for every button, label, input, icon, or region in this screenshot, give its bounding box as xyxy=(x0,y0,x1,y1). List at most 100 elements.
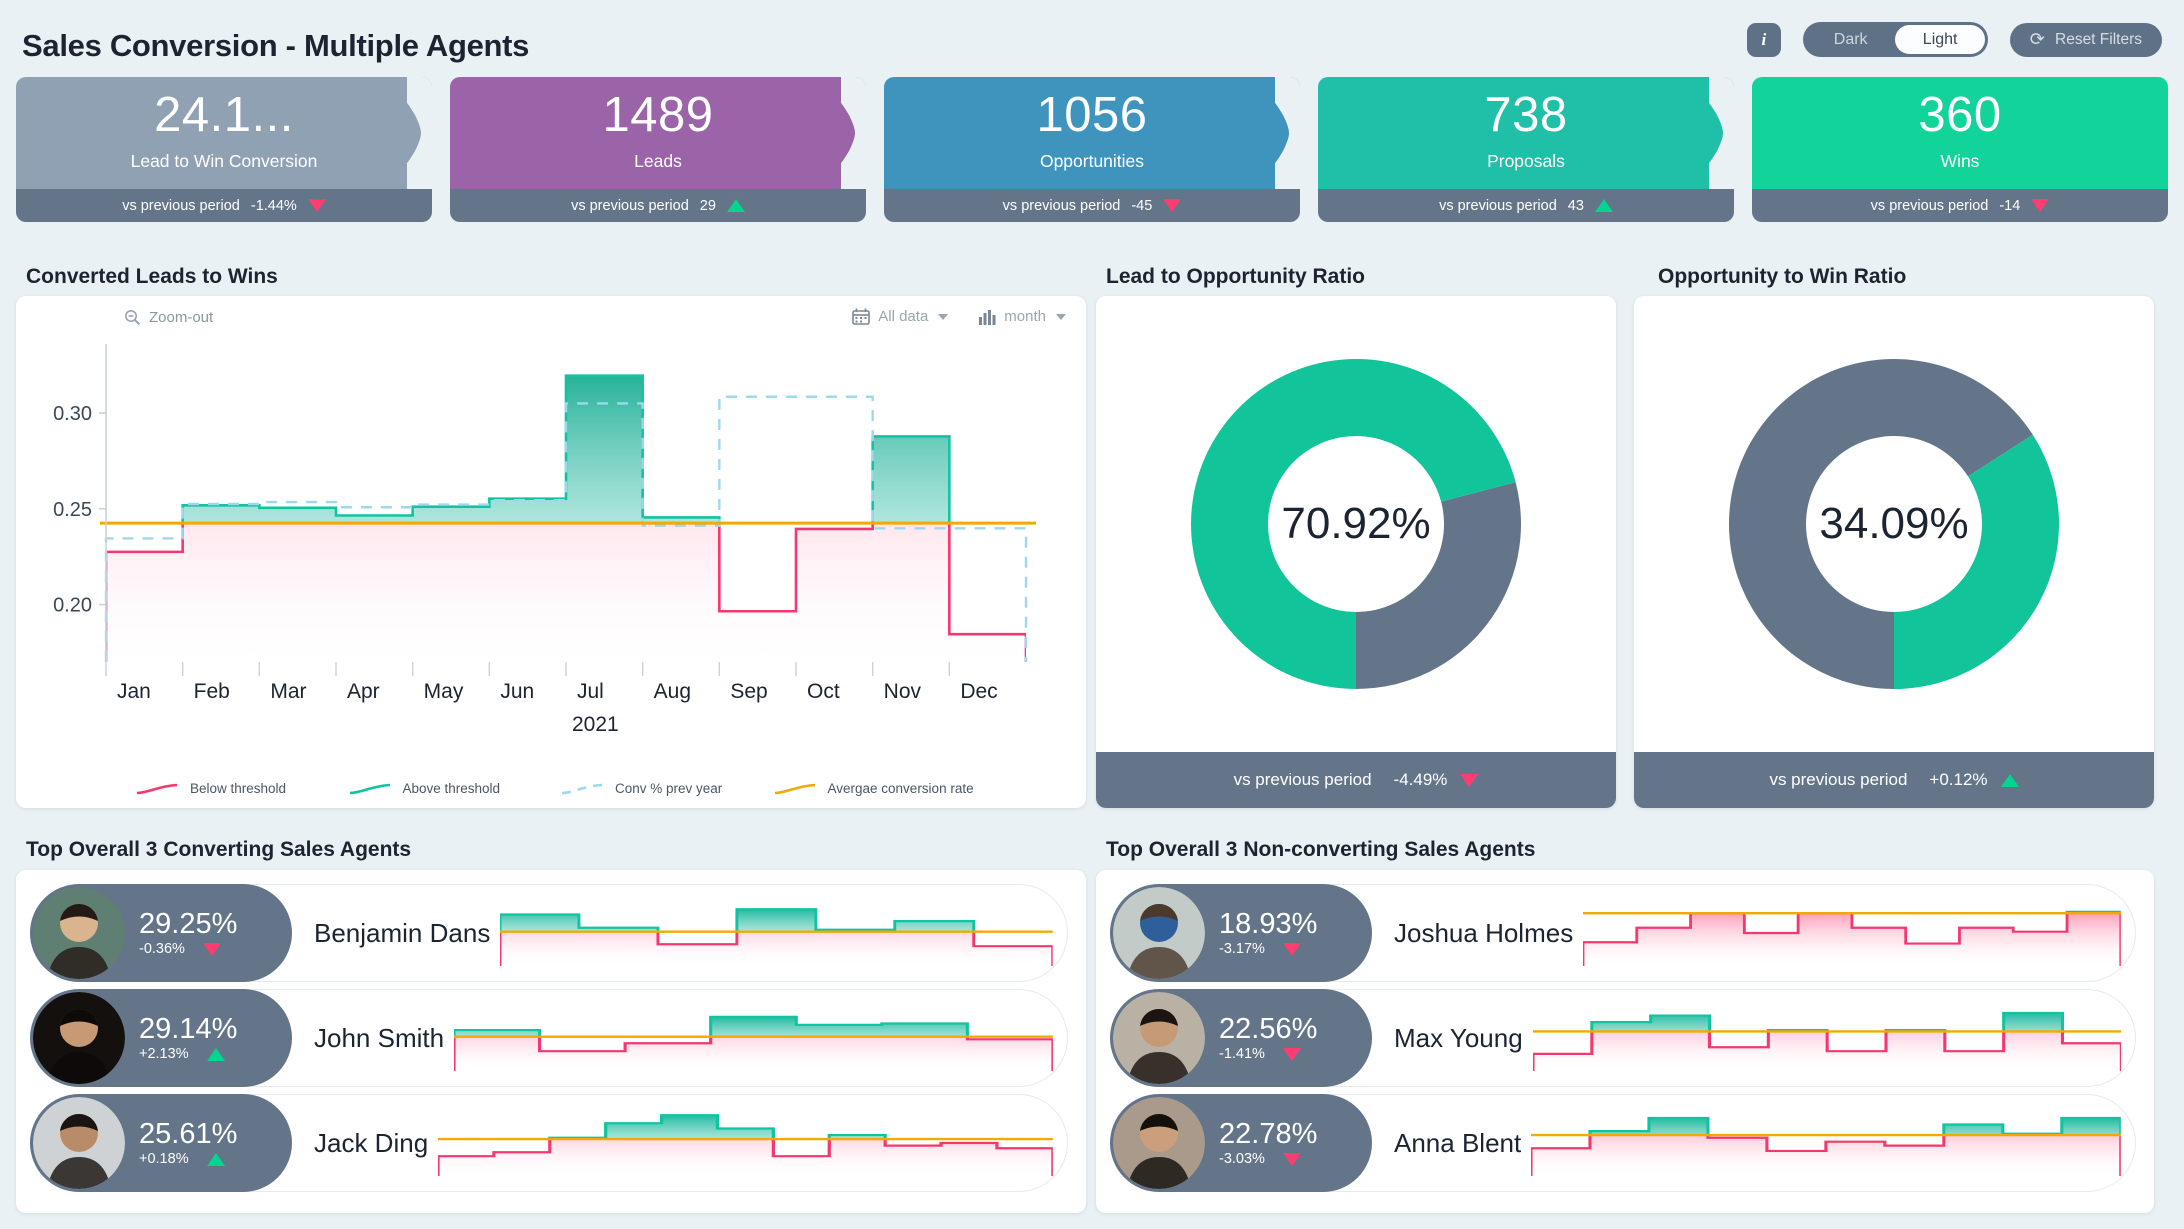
chart-plot-area[interactable]: 0.20 0.25 0.30 Jan Feb Mar Apr May Jun Jul Aug Sep O… xyxy=(16,332,1086,762)
avatar-image xyxy=(33,1097,125,1189)
theme-option-light[interactable]: Light xyxy=(1895,25,1985,54)
reset-filters-button[interactable]: ⟲ Reset Filters xyxy=(2009,22,2162,57)
section-title-lead-to-opportunity: Lead to Opportunity Ratio xyxy=(1106,265,1365,288)
trend-up-icon xyxy=(2000,773,2019,787)
section-title-opportunity-to-win: Opportunity to Win Ratio xyxy=(1658,265,1907,288)
legend-label: Conv % prev year xyxy=(615,781,723,796)
agent-sparkline-wrap xyxy=(1531,1104,2121,1182)
kpi-value: 360 xyxy=(1918,87,2002,142)
theme-toggle[interactable]: Dark Light xyxy=(1802,22,1988,57)
agent-delta: +2.13% xyxy=(139,1046,189,1063)
legend-swatch-icon xyxy=(349,783,390,794)
agent-sparkline xyxy=(500,908,1053,966)
granularity-dropdown[interactable]: month xyxy=(978,308,1066,325)
x-axis-tick-label: May xyxy=(424,680,464,703)
kpi-compare-label: vs previous period xyxy=(122,197,240,214)
legend-item[interactable]: Conv % prev year xyxy=(561,781,774,796)
gauge-delta: +0.12% xyxy=(1929,770,1988,789)
section-title-top-converting: Top Overall 3 Converting Sales Agents xyxy=(26,838,412,861)
kpi-footer: vs previous period 29 xyxy=(450,189,866,222)
agent-conversion-pct: 22.78% xyxy=(1219,1117,1318,1150)
gauge-footer: vs previous period -4.49% xyxy=(1096,752,1616,808)
trend-up-icon xyxy=(206,1152,225,1166)
kpi-delta: 43 xyxy=(1567,197,1584,214)
avatar xyxy=(33,992,125,1084)
kpi-delta: 29 xyxy=(699,197,716,214)
kpi-delta: -14 xyxy=(1999,197,2021,214)
avatar xyxy=(1113,992,1205,1084)
gauge-compare-label: vs previous period xyxy=(1233,770,1372,789)
agent-row[interactable]: 22.78% -3.03% Anna Blent xyxy=(1110,1094,2136,1192)
gauge-opportunity-to-win: 34.09% vs previous period +0.12% xyxy=(1634,296,2154,808)
agent-conversion-pct: 29.25% xyxy=(139,907,238,940)
x-axis-tick-label: Sep xyxy=(730,680,767,703)
data-filter-label: All data xyxy=(878,308,929,325)
kpi-label: Wins xyxy=(1940,150,1980,171)
kpi-card-opportunities[interactable]: 1056 Opportunities vs previous period -45 xyxy=(884,77,1300,222)
agent-conversion-pct: 18.93% xyxy=(1219,907,1318,940)
agent-name: Anna Blent xyxy=(1394,1127,1522,1158)
chevron-down-icon xyxy=(938,313,949,320)
agent-row[interactable]: 18.93% -3.17% Joshua Holmes xyxy=(1110,884,2136,982)
agent-metric-pill: 29.14% +2.13% xyxy=(30,989,292,1087)
agent-sparkline xyxy=(438,1114,1053,1176)
kpi-value: 24.1... xyxy=(154,87,294,142)
avatar-image xyxy=(1113,992,1205,1084)
legend-swatch-icon xyxy=(561,783,603,794)
agent-metric-pill: 22.78% -3.03% xyxy=(1110,1094,1372,1192)
legend-item[interactable]: Above threshold xyxy=(349,781,562,796)
theme-option-dark[interactable]: Dark xyxy=(1806,25,1896,54)
kpi-footer: vs previous period -1.44% xyxy=(16,189,432,222)
trend-down-icon xyxy=(2031,199,2050,212)
kpi-label: Proposals xyxy=(1487,150,1565,171)
legend-swatch-icon xyxy=(774,783,815,794)
converted-leads-chart-panel: Zoom-out All data month 0.20 0.25 0.30 J… xyxy=(16,296,1086,808)
kpi-value: 738 xyxy=(1484,87,1568,142)
agent-sparkline xyxy=(454,1015,1053,1071)
gauge-footer: vs previous period +0.12% xyxy=(1634,752,2154,808)
y-axis-tick-label: 0.30 xyxy=(53,403,92,425)
kpi-card-leads[interactable]: 1489 Leads vs previous period 29 xyxy=(450,77,866,222)
x-axis-tick-label: Jul xyxy=(577,680,604,703)
agent-row[interactable]: 22.56% -1.41% Max Young xyxy=(1110,989,2136,1087)
kpi-compare-label: vs previous period xyxy=(1002,197,1121,214)
agent-row[interactable]: 29.14% +2.13% John Smith xyxy=(30,989,1068,1087)
gauge-chart: 70.92% xyxy=(1096,296,1616,752)
trend-down-icon xyxy=(1282,1152,1301,1166)
info-icon[interactable]: i xyxy=(1746,22,1781,57)
agent-delta-group: -3.17% xyxy=(1219,941,1317,957)
agent-metric-pill: 29.25% -0.36% xyxy=(30,884,292,982)
trend-down-icon xyxy=(1163,199,1182,212)
chevron-down-icon xyxy=(1056,313,1066,320)
zoom-out-button[interactable]: Zoom-out xyxy=(124,309,213,326)
agent-row[interactable]: 25.61% +0.18% Jack Ding xyxy=(30,1094,1068,1192)
dashboard-header: Sales Conversion - Multiple Agents i Dar… xyxy=(0,0,2184,72)
agent-delta-group: +0.18% xyxy=(139,1151,237,1167)
agent-metrics: 22.78% -3.03% xyxy=(1205,1117,1339,1167)
agent-name: John Smith xyxy=(314,1022,445,1053)
kpi-card-proposals[interactable]: 738 Proposals vs previous period 43 xyxy=(1318,77,1734,222)
agent-row[interactable]: 29.25% -0.36% Benjamin Dans xyxy=(30,884,1068,982)
trend-up-icon xyxy=(1594,199,1613,212)
gauge-chart: 34.09% xyxy=(1634,296,2154,752)
x-axis-tick-label: Mar xyxy=(270,680,306,703)
legend-item[interactable]: Avergae conversion rate xyxy=(774,781,987,796)
legend-item[interactable]: Below threshold xyxy=(136,781,349,796)
gauge-lead-to-opportunity: 70.92% vs previous period -4.49% xyxy=(1096,296,1616,808)
agent-metrics: 25.61% +0.18% xyxy=(125,1118,259,1167)
x-axis-tick-label: Apr xyxy=(347,680,380,703)
avatar xyxy=(33,887,125,979)
data-filter-dropdown[interactable]: All data xyxy=(852,308,949,325)
kpi-body: 738 Proposals xyxy=(1318,77,1734,189)
kpi-card-lead-to-win-conversion[interactable]: 24.1... Lead to Win Conversion vs previous… xyxy=(16,77,432,222)
trend-down-icon xyxy=(307,199,326,212)
kpi-delta: -1.44% xyxy=(250,197,297,214)
gauge-compare-label: vs previous period xyxy=(1769,770,1908,789)
trend-down-icon xyxy=(1282,942,1301,956)
bar-chart-icon xyxy=(979,309,996,325)
kpi-card-wins[interactable]: 360 Wins vs previous period -14 xyxy=(1752,77,2168,222)
gauge-delta: -4.49% xyxy=(1393,770,1448,789)
kpi-body: 360 Wins xyxy=(1752,77,2168,189)
kpi-value: 1056 xyxy=(1036,87,1148,142)
trend-up-icon xyxy=(206,1047,225,1061)
